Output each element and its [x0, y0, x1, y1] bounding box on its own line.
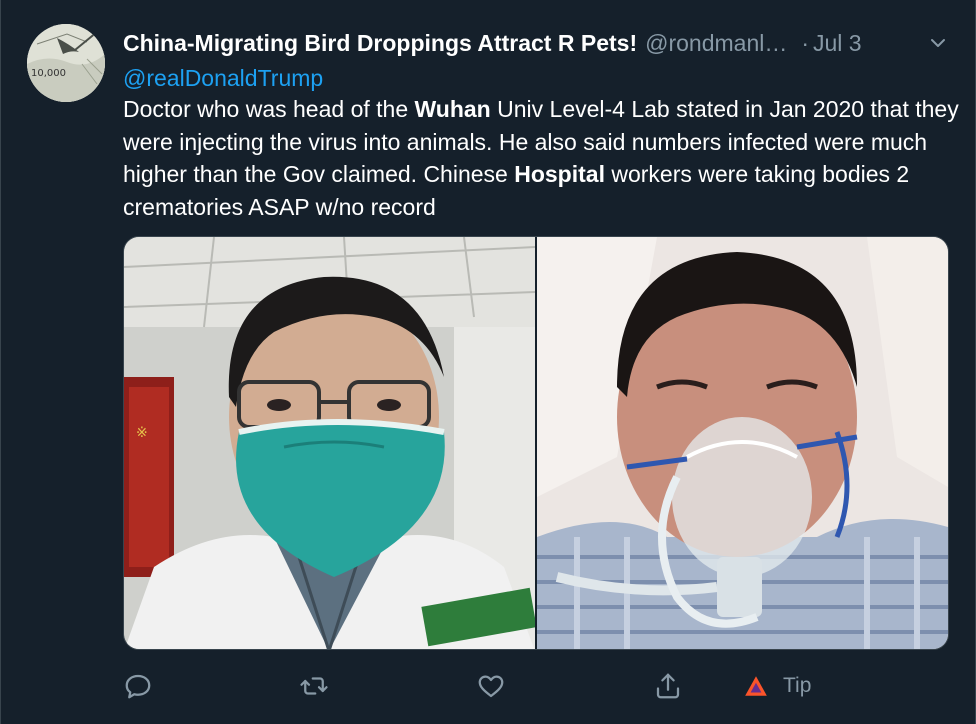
- tip-icon: [745, 676, 767, 696]
- tip-button[interactable]: Tip: [743, 666, 811, 706]
- retweet-button[interactable]: [299, 666, 329, 706]
- svg-text:※: ※: [136, 425, 148, 441]
- photo-masked-doctor[interactable]: ※: [124, 237, 535, 649]
- share-icon: [656, 673, 680, 699]
- heart-icon: [478, 675, 504, 698]
- tweet-date[interactable]: Jul 3: [813, 30, 862, 57]
- avatar-text: 10,000: [31, 68, 66, 79]
- tweet-header: China-Migrating Bird Droppings Attract R…: [123, 26, 862, 60]
- tweet-actions: Tip: [123, 666, 823, 706]
- tip-label: Tip: [783, 674, 812, 697]
- display-name[interactable]: China-Migrating Bird Droppings Attract R…: [123, 30, 637, 57]
- avatar[interactable]: 10,000: [27, 24, 105, 102]
- retweet-icon: [300, 677, 328, 695]
- tweet[interactable]: 10,000 China-Migrating Bird Droppings At…: [0, 0, 976, 724]
- tweet-text-part: Doctor who was head of the: [123, 96, 415, 122]
- media-grid: ※: [123, 236, 949, 650]
- like-button[interactable]: [476, 666, 506, 706]
- tweet-text: Doctor who was head of the Wuhan Univ Le…: [123, 93, 963, 223]
- chevron-down-icon[interactable]: [925, 30, 951, 56]
- share-button[interactable]: [653, 666, 683, 706]
- photo-patient-oxygen-mask[interactable]: [537, 237, 948, 649]
- tweet-text-bold: Hospital: [514, 161, 605, 187]
- reply-mention[interactable]: @realDonaldTrump: [123, 62, 323, 94]
- map-avatar-icon: [27, 24, 105, 102]
- reply-icon: [125, 674, 151, 699]
- user-handle[interactable]: @rondmanl…: [645, 30, 787, 57]
- separator-dot: ·: [801, 29, 810, 56]
- tweet-text-bold: Wuhan: [414, 96, 491, 122]
- reply-button[interactable]: [123, 666, 153, 706]
